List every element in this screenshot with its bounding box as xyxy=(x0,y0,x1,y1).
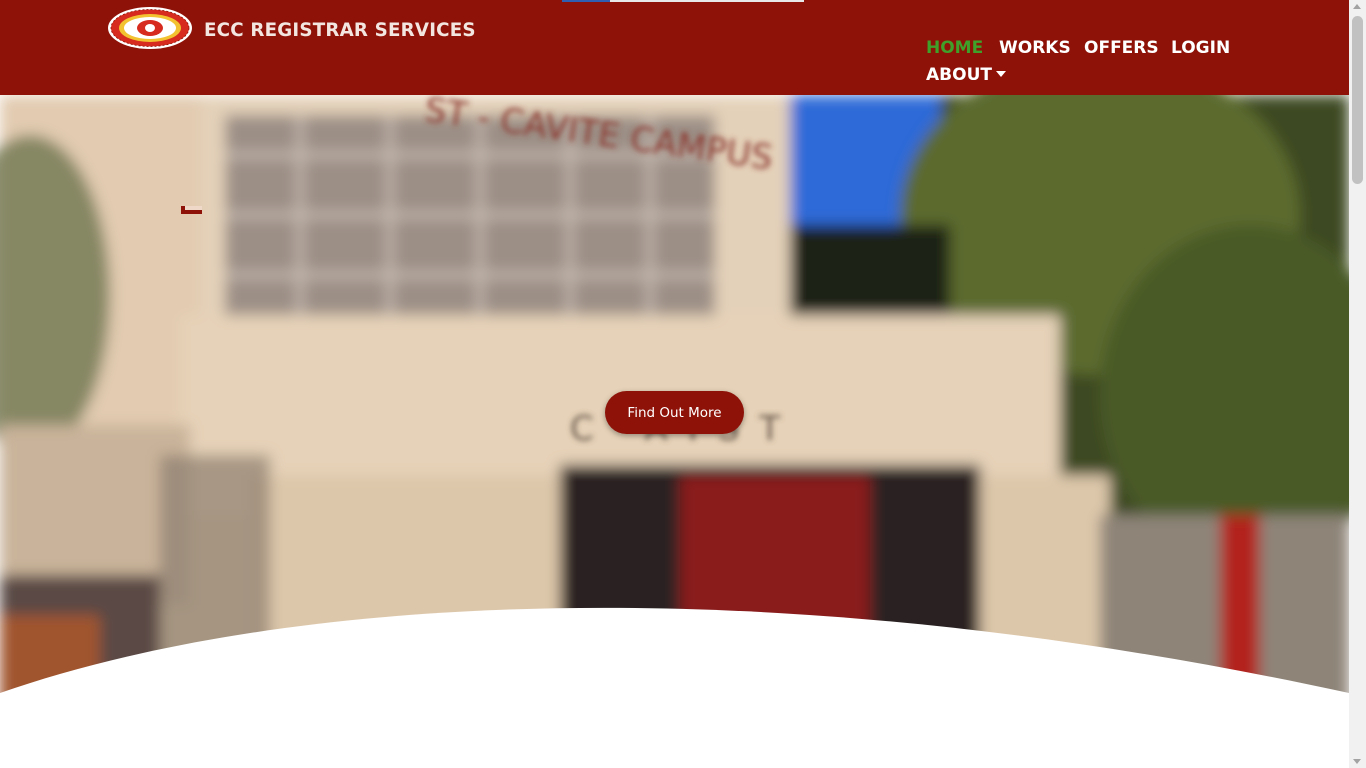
scroll-down-arrow-icon[interactable] xyxy=(1353,759,1361,764)
scroll-thumb[interactable] xyxy=(1352,16,1363,184)
ecc-seal-logo[interactable] xyxy=(107,6,193,50)
nav-login[interactable]: LOGIN xyxy=(1171,38,1230,58)
site-header: ECC REGISTRAR SERVICES HOME WORKS OFFERS… xyxy=(0,0,1349,95)
scroll-up-arrow-icon[interactable] xyxy=(1353,4,1361,9)
brand-name[interactable]: ECC REGISTRAR SERVICES xyxy=(204,19,476,41)
hero-section: ST - CAVITE CAMPUS C AIST Find Out More xyxy=(0,95,1349,768)
caret-down-icon xyxy=(995,71,1006,77)
nav-home[interactable]: HOME xyxy=(926,38,983,58)
nav-offers[interactable]: OFFERS xyxy=(1084,38,1159,58)
nav-about-label: ABOUT xyxy=(926,65,992,85)
find-out-more-button[interactable]: Find Out More xyxy=(605,391,744,434)
top-progress-strip xyxy=(562,0,804,2)
nav-works[interactable]: WORKS xyxy=(999,38,1071,58)
page-scrollbar[interactable] xyxy=(1349,0,1366,768)
hero-heading-marker xyxy=(181,206,202,214)
nav-about-dropdown[interactable]: ABOUT xyxy=(926,65,1006,85)
